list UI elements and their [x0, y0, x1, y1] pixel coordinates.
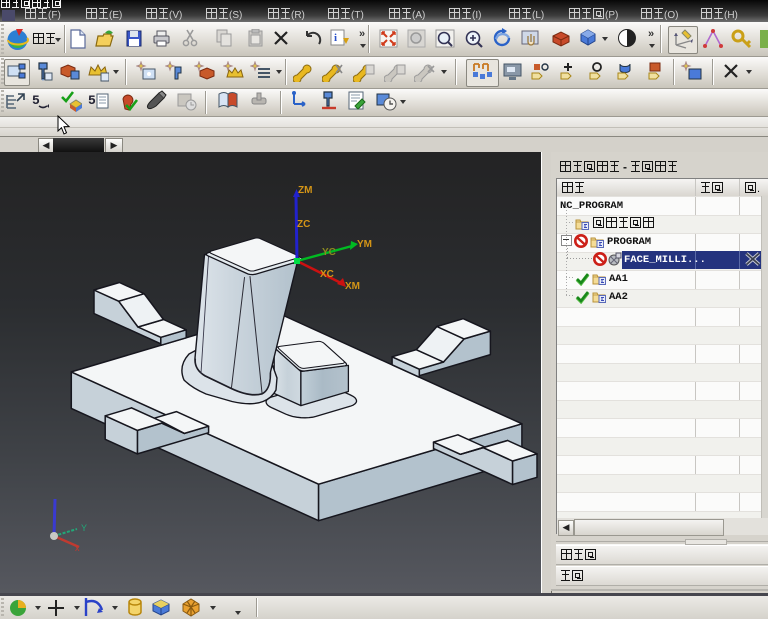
svg-text:ZC: ZC [297, 219, 310, 230]
svg-text:5: 5 [32, 93, 40, 108]
svg-text:XC: XC [320, 269, 334, 280]
svg-text:XM: XM [345, 281, 360, 292]
svg-text:x: x [75, 543, 80, 553]
svg-text:YM: YM [357, 239, 372, 250]
svg-text:5: 5 [88, 93, 96, 108]
svg-text:i: i [334, 32, 337, 44]
svg-text:ZM: ZM [298, 185, 312, 196]
svg-text:Y: Y [81, 523, 87, 533]
svg-text:YC: YC [322, 247, 336, 258]
